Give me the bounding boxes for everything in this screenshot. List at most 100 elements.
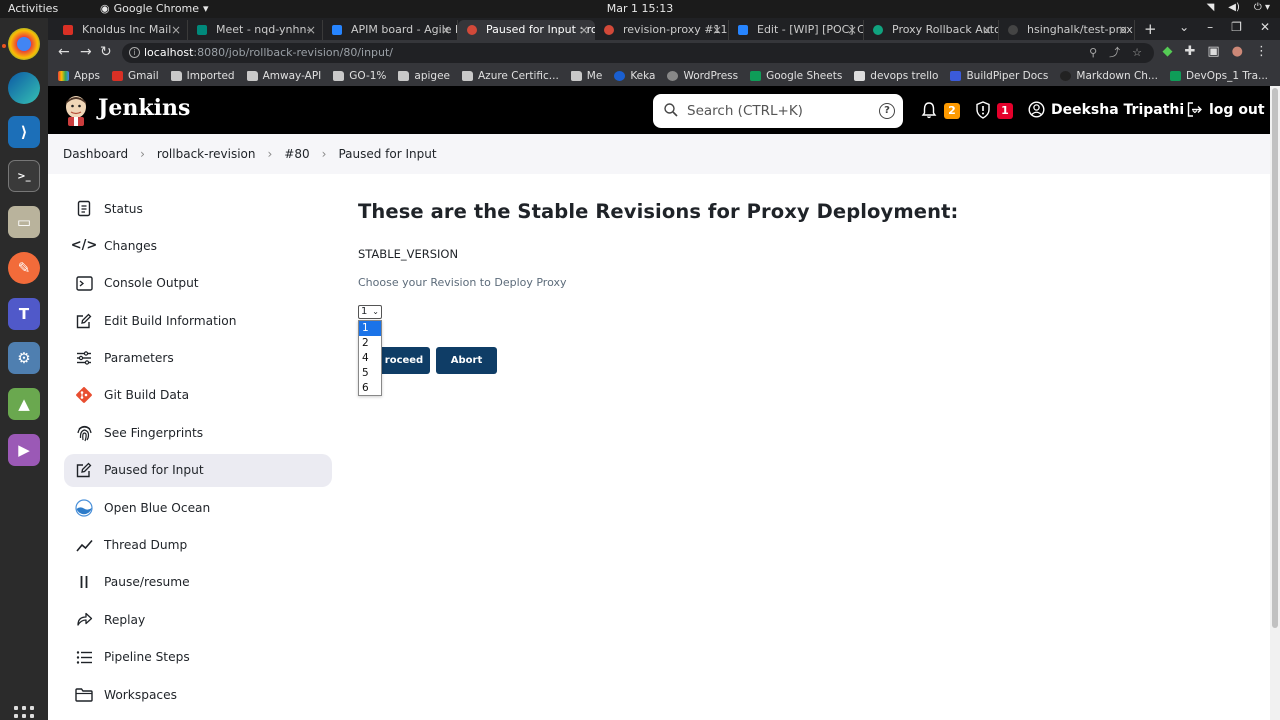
image-viewer-dock-icon[interactable]: ▲ bbox=[8, 388, 40, 420]
terminal-dock-icon[interactable]: >_ bbox=[8, 160, 40, 192]
revision-option[interactable]: 2 bbox=[359, 336, 381, 351]
address-bar[interactable]: i localhost:8080/job/rollback-revision/8… bbox=[122, 43, 1154, 63]
bookmark-azure[interactable]: Azure Certific... bbox=[462, 70, 559, 82]
side-panel-icon[interactable]: ▣ bbox=[1207, 44, 1219, 59]
revision-option[interactable]: 5 bbox=[359, 366, 381, 381]
new-tab-button[interactable]: + bbox=[1144, 20, 1157, 38]
sidebar-item-status[interactable]: Status bbox=[64, 192, 332, 225]
bookmark-gmail[interactable]: Gmail bbox=[111, 70, 159, 82]
bookmark-keka[interactable]: Keka bbox=[614, 70, 655, 82]
sidebar-item-workspaces[interactable]: Workspaces bbox=[64, 678, 332, 711]
notifications-badge[interactable]: 2 bbox=[944, 103, 960, 119]
close-window-icon[interactable]: ✕ bbox=[1260, 20, 1270, 34]
scrollbar-thumb[interactable] bbox=[1272, 88, 1278, 628]
page-scrollbar[interactable] bbox=[1270, 86, 1280, 720]
browser-tab[interactable]: APIM board - Agile b × bbox=[323, 20, 458, 40]
sidebar-item-open-blue-ocean[interactable]: Open Blue Ocean bbox=[64, 491, 332, 524]
revision-select[interactable]: 1 ⌄ bbox=[358, 305, 382, 319]
revision-option[interactable]: 4 bbox=[359, 351, 381, 366]
sidebar-item-changes[interactable]: </> Changes bbox=[64, 229, 332, 262]
sidebar-item-pause-resume[interactable]: Pause/resume bbox=[64, 566, 332, 599]
sidebar-item-git-build-data[interactable]: Git Build Data bbox=[64, 379, 332, 412]
bookmark-go-1[interactable]: GO-1% bbox=[333, 70, 386, 82]
close-tab-icon[interactable]: × bbox=[171, 20, 181, 40]
share-icon[interactable]: ⤴ bbox=[1109, 43, 1120, 63]
browser-tab[interactable]: Meet - nqd-ynhn- × bbox=[188, 20, 323, 40]
postman-dock-icon[interactable]: ✎ bbox=[8, 252, 40, 284]
bookmark-star-icon[interactable]: ☆ bbox=[1132, 43, 1142, 63]
close-tab-icon[interactable]: × bbox=[579, 20, 589, 40]
bell-icon[interactable] bbox=[921, 101, 937, 119]
media-player-dock-icon[interactable]: ▶ bbox=[8, 434, 40, 466]
site-info-icon[interactable]: i bbox=[129, 47, 140, 58]
browser-tab[interactable]: Edit - [WIP] [POC] Cr × bbox=[729, 20, 864, 40]
settings-dock-icon[interactable]: ⚙ bbox=[8, 342, 40, 374]
bookmark-buildpiper[interactable]: BuildPiper Docs bbox=[950, 70, 1048, 82]
browser-tab[interactable]: Knoldus Inc Mail × bbox=[54, 20, 188, 40]
sidebar-item-paused-for-input[interactable]: Paused for Input bbox=[64, 453, 332, 487]
edge-dock-icon[interactable] bbox=[8, 72, 40, 104]
browser-tab-active[interactable]: Paused for Input : ro × bbox=[458, 20, 595, 40]
profile-avatar-icon[interactable]: ● bbox=[1232, 44, 1243, 59]
jenkins-logo-icon[interactable] bbox=[62, 94, 90, 126]
files-dock-icon[interactable]: ▭ bbox=[8, 206, 40, 238]
user-menu[interactable]: Deeksha Tripathi ⌄ bbox=[1028, 101, 1199, 118]
close-tab-icon[interactable]: × bbox=[306, 20, 316, 40]
jenkins-title[interactable]: Jenkins bbox=[98, 95, 190, 121]
sidebar-item-parameters[interactable]: Parameters bbox=[64, 342, 332, 375]
breadcrumb-dashboard[interactable]: Dashboard bbox=[63, 147, 128, 161]
minimize-icon[interactable]: – bbox=[1207, 20, 1213, 34]
tab-search-icon[interactable]: ⌄ bbox=[1179, 20, 1189, 34]
logout-link[interactable]: log out bbox=[1186, 101, 1265, 118]
sidebar-item-pipeline-steps[interactable]: Pipeline Steps bbox=[64, 641, 332, 674]
close-tab-icon[interactable]: × bbox=[441, 20, 451, 40]
revision-option[interactable]: 1 bbox=[359, 321, 381, 336]
extension-icon[interactable]: ◆ bbox=[1162, 44, 1172, 59]
bookmark-amway-api[interactable]: Amway-API bbox=[246, 70, 321, 82]
browser-tab[interactable]: Proxy Rollback Auto × bbox=[864, 20, 999, 40]
system-tray[interactable]: ◥ ◀) ⏻ ▾ bbox=[1207, 2, 1270, 13]
close-tab-icon[interactable]: × bbox=[847, 20, 857, 40]
close-tab-icon[interactable]: × bbox=[982, 20, 992, 40]
bookmark-apigee[interactable]: apigee bbox=[398, 70, 450, 82]
clock[interactable]: Mar 1 15:13 bbox=[0, 2, 1280, 15]
close-tab-icon[interactable]: × bbox=[712, 20, 722, 40]
menu-kebab-icon[interactable]: ⋮ bbox=[1255, 44, 1268, 59]
sidebar-item-replay[interactable]: Replay bbox=[64, 603, 332, 636]
help-icon[interactable]: ? bbox=[879, 103, 895, 119]
sidebar-item-edit-build-information[interactable]: Edit Build Information bbox=[64, 304, 332, 337]
bookmark-apps[interactable]: Apps bbox=[58, 70, 100, 82]
search-box[interactable]: ? bbox=[653, 94, 903, 128]
forward-icon[interactable]: → bbox=[80, 44, 92, 60]
back-icon[interactable]: ← bbox=[58, 44, 70, 60]
breadcrumb-build[interactable]: #80 bbox=[284, 147, 309, 161]
teams-dock-icon[interactable]: T bbox=[8, 298, 40, 330]
bookmark-markdown[interactable]: Markdown Ch... bbox=[1060, 70, 1158, 82]
sidebar-item-see-fingerprints[interactable]: See Fingerprints bbox=[64, 416, 332, 449]
browser-tab[interactable]: hsinghalk/test-prox × bbox=[999, 20, 1135, 40]
security-badge[interactable]: 1 bbox=[997, 103, 1013, 119]
sidebar-item-console-output[interactable]: Console Output bbox=[64, 267, 332, 300]
browser-tab[interactable]: revision-proxy #119 × bbox=[595, 20, 729, 40]
reload-icon[interactable]: ↻ bbox=[100, 44, 112, 60]
abort-button[interactable]: Abort bbox=[436, 347, 497, 374]
sidebar-item-thread-dump[interactable]: Thread Dump bbox=[64, 529, 332, 562]
bookmark-google-sheets[interactable]: Google Sheets bbox=[750, 70, 842, 82]
search-input[interactable] bbox=[687, 100, 867, 122]
close-tab-icon[interactable]: × bbox=[1118, 20, 1128, 40]
chrome-dock-icon[interactable] bbox=[8, 28, 40, 60]
shield-icon[interactable] bbox=[975, 101, 991, 119]
breadcrumb-current[interactable]: Paused for Input bbox=[338, 147, 436, 161]
puzzle-icon[interactable]: ✚ bbox=[1184, 44, 1195, 59]
bookmark-imported[interactable]: Imported bbox=[170, 70, 235, 82]
breadcrumb-job[interactable]: rollback-revision bbox=[157, 147, 256, 161]
revision-option[interactable]: 6 bbox=[359, 381, 381, 396]
zoom-icon[interactable]: ⚲ bbox=[1089, 43, 1097, 63]
bookmark-devops-trello[interactable]: devops trello bbox=[854, 70, 938, 82]
bookmark-wordpress[interactable]: WordPress bbox=[667, 70, 738, 82]
show-apps-icon[interactable] bbox=[14, 706, 34, 720]
bookmark-devops-training[interactable]: DevOps_1 Tra... bbox=[1169, 70, 1268, 82]
bookmark-me[interactable]: Me bbox=[570, 70, 602, 82]
maximize-icon[interactable]: ❐ bbox=[1231, 20, 1242, 34]
vscode-dock-icon[interactable]: ⟩ bbox=[8, 116, 40, 148]
